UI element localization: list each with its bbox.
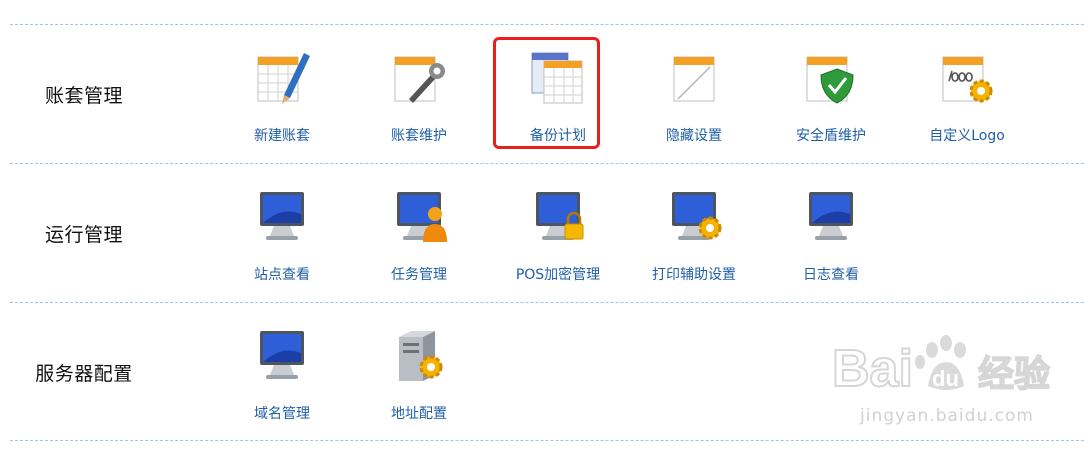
- security-shield-icon: [803, 47, 859, 107]
- address-config-button[interactable]: 地址配置: [359, 311, 479, 429]
- svg-text:Bai: Bai: [832, 340, 913, 398]
- svg-text:du: du: [932, 366, 959, 391]
- custom-logo-icon: [939, 47, 995, 107]
- section-title: 服务器配置: [35, 362, 133, 385]
- log-monitor-icon: [803, 186, 859, 246]
- item-label: 账套维护: [391, 128, 447, 144]
- account-set-maintenance-icon: [391, 47, 447, 107]
- item-label: 任务管理: [391, 267, 447, 283]
- svg-text:经验: 经验: [978, 354, 1050, 395]
- item-label: 日志查看: [803, 267, 859, 283]
- item-label: 打印辅助设置: [652, 267, 736, 283]
- baidu-jingyan-logo: Bai du 经验: [832, 335, 1051, 399]
- hidden-settings-icon: [666, 47, 722, 107]
- hidden-settings-button[interactable]: 隐藏设置: [634, 33, 754, 151]
- item-label: 站点查看: [254, 267, 310, 283]
- baidu-jingyan-watermark: Bai du 经验 jingyan.baidu.com: [832, 328, 1062, 436]
- security-shield-button[interactable]: 安全盾维护: [771, 33, 891, 151]
- item-label: 新建账套: [254, 128, 310, 144]
- site-view-button[interactable]: 站点查看: [222, 172, 342, 290]
- print-assist-settings-button[interactable]: 打印辅助设置: [634, 172, 754, 290]
- custom-logo-button[interactable]: 自定义Logo: [907, 33, 1027, 151]
- task-monitor-user-icon: [391, 186, 447, 246]
- watermark-url: jingyan.baidu.com: [860, 406, 1034, 426]
- server-gear-icon: [391, 325, 447, 385]
- item-label: 安全盾维护: [796, 128, 866, 144]
- item-label: 域名管理: [254, 406, 310, 422]
- new-account-set-button[interactable]: 新建账套: [222, 33, 342, 151]
- item-label: POS加密管理: [515, 267, 601, 283]
- task-management-button[interactable]: 任务管理: [359, 172, 479, 290]
- account-set-maintenance-button[interactable]: 账套维护: [359, 33, 479, 151]
- highlight-box: [493, 37, 600, 149]
- site-monitor-icon: [254, 186, 310, 246]
- pos-encryption-button[interactable]: POS加密管理: [498, 172, 618, 290]
- item-label: 自定义Logo: [929, 128, 1005, 144]
- domain-management-button[interactable]: 域名管理: [222, 311, 342, 429]
- item-label: 地址配置: [391, 406, 447, 422]
- new-account-set-icon: [254, 47, 310, 107]
- section-title: 账套管理: [44, 84, 123, 107]
- pos-encryption-monitor-lock-icon: [530, 186, 586, 246]
- domain-monitor-icon: [254, 325, 310, 385]
- print-settings-monitor-gear-icon: [666, 186, 722, 246]
- section-title: 运行管理: [44, 223, 123, 246]
- log-view-button[interactable]: 日志查看: [771, 172, 891, 290]
- item-label: 隐藏设置: [666, 128, 722, 144]
- section-runtime-management: 运行管理 站点查看 任务管理 POS加密管理 打印辅助设置 日志查看: [10, 164, 1084, 302]
